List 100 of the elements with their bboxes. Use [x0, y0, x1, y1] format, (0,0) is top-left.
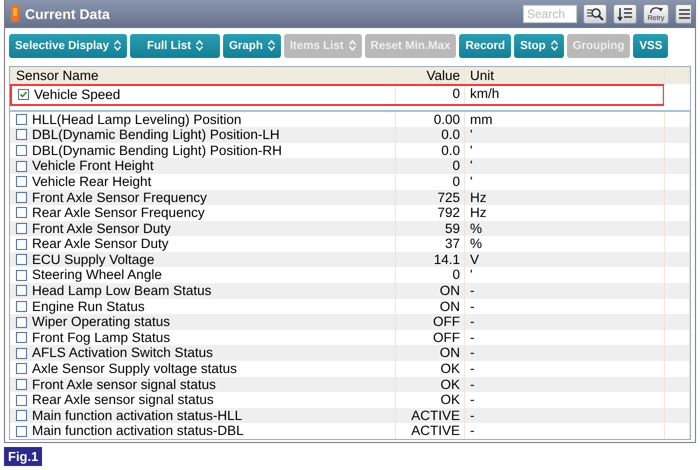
sensor-value: 0 — [452, 158, 460, 174]
sensor-unit: V — [470, 252, 480, 267]
checkbox[interactable] — [16, 348, 27, 359]
menu-icon[interactable] — [675, 4, 691, 24]
spinner-icon — [550, 40, 558, 52]
sensor-unit: % — [470, 236, 482, 252]
toolbar-button[interactable]: Stop — [514, 34, 564, 58]
toolbar-button[interactable]: VSS — [633, 34, 668, 58]
warning-light-icon — [11, 6, 19, 22]
checkbox[interactable] — [16, 332, 27, 344]
list-icon[interactable] — [613, 4, 637, 24]
checkbox[interactable] — [16, 129, 27, 140]
sensor-value: ON — [440, 283, 460, 298]
sensor-value: ACTIVE — [411, 423, 460, 438]
sensor-unit: - — [470, 392, 474, 408]
sensor-name: ECU Supply Voltage — [32, 252, 154, 268]
checkbox[interactable] — [16, 270, 27, 281]
sensor-unit: % — [470, 220, 482, 236]
search-icon[interactable] — [583, 4, 607, 24]
sensor-value: ON — [440, 345, 460, 360]
toolbar-button[interactable]: Full List — [130, 34, 220, 58]
sensor-value: 0.0 — [441, 142, 460, 158]
sensor-unit: - — [470, 361, 474, 376]
sensor-value: 0 — [452, 86, 460, 101]
sensor-name: Axle Sensor Supply voltage status — [32, 361, 237, 377]
sensor-name: Vehicle Front Height — [32, 158, 154, 174]
sensor-unit: ' — [470, 142, 473, 158]
sensor-name: Main function activation status-DBL — [32, 423, 244, 439]
checkbox[interactable] — [16, 192, 27, 203]
checkbox[interactable] — [16, 176, 27, 188]
sensor-name: Steering Wheel Angle — [32, 267, 162, 284]
sensor-value: 0 — [452, 174, 460, 189]
checkbox[interactable] — [16, 160, 27, 172]
sensor-unit: - — [470, 298, 474, 314]
checkbox[interactable] — [16, 238, 27, 250]
spinner-icon — [348, 40, 356, 52]
checkbox[interactable] — [16, 254, 27, 266]
sensor-unit: - — [470, 423, 474, 438]
column-header: Value — [426, 68, 460, 83]
sensor-value: 59 — [444, 220, 460, 236]
sensor-value: 37 — [444, 236, 460, 252]
highlighted-row[interactable]: Vehicle Speed 0 km/h — [10, 84, 664, 106]
sensor-value: 0.00 — [434, 112, 460, 127]
checkbox[interactable] — [16, 363, 27, 374]
checkbox[interactable] — [16, 378, 27, 390]
sensor-name: AFLS Activation Switch Status — [32, 345, 213, 362]
sensor-name: Front Axle Sensor Frequency — [32, 190, 207, 206]
sensor-unit: km/h — [470, 86, 500, 101]
checkbox[interactable] — [16, 300, 27, 312]
refresh-icon — [648, 6, 664, 15]
sensor-unit: - — [470, 408, 474, 423]
checkbox[interactable] — [16, 145, 27, 156]
checkbox[interactable] — [16, 394, 27, 406]
sensor-name: DBL(Dynamic Bending Light) Position-RH — [32, 142, 282, 158]
sensor-name: Rear Axle sensor signal status — [32, 392, 214, 408]
checkbox[interactable] — [16, 426, 27, 437]
figure-label: Fig.1 — [4, 447, 42, 466]
sensor-unit: - — [470, 376, 474, 392]
sensor-unit: Hz — [470, 205, 486, 220]
sensor-name: Front Fog Lamp Status — [32, 330, 170, 346]
sensor-value: OK — [440, 361, 460, 376]
spinner-icon — [196, 40, 204, 52]
sensor-unit: - — [470, 345, 474, 360]
sensor-name: Engine Run Status — [32, 298, 145, 314]
sensor-unit: - — [470, 314, 474, 330]
sensor-name: Main function activation status-HLL — [32, 408, 242, 424]
sensor-unit: - — [470, 330, 474, 345]
checkbox[interactable] — [16, 114, 27, 125]
sensor-unit: ' — [470, 267, 473, 282]
toolbar-button[interactable]: Record — [459, 34, 512, 58]
sensor-value: OFF — [433, 330, 460, 345]
checkbox[interactable] — [16, 222, 27, 234]
checkbox[interactable] — [18, 89, 29, 100]
toolbar-button[interactable]: Graph — [222, 34, 281, 58]
sensor-value: OK — [440, 376, 460, 392]
sensor-value: ON — [440, 298, 460, 314]
sensor-name: Head Lamp Low Beam Status — [32, 283, 212, 299]
checkbox[interactable] — [16, 207, 27, 218]
sensor-unit: - — [470, 283, 474, 298]
toolbar-button[interactable]: Selective Display — [9, 34, 127, 58]
sensor-value: 0.0 — [441, 127, 460, 142]
checkbox[interactable] — [16, 410, 27, 422]
sensor-value: 0 — [452, 267, 460, 282]
sensor-value: ACTIVE — [411, 408, 460, 423]
column-header: Unit — [470, 68, 494, 83]
sensor-name: Front Axle Sensor Duty — [32, 220, 171, 236]
column-header: Sensor Name — [16, 66, 99, 84]
sensor-unit: ' — [470, 158, 473, 174]
spinner-icon — [114, 40, 121, 52]
sensor-name: Vehicle Speed — [34, 87, 120, 102]
sensor-value: 725 — [437, 190, 460, 204]
checkbox[interactable] — [16, 316, 27, 328]
sensor-unit: Hz — [470, 190, 486, 204]
sensor-value: OK — [440, 392, 460, 408]
sensor-name: Rear Axle Sensor Frequency — [32, 205, 205, 221]
sensor-value: OFF — [433, 314, 460, 330]
checkbox[interactable] — [16, 285, 27, 296]
search-field[interactable]: Search — [523, 4, 577, 23]
sensor-unit: ' — [470, 127, 473, 142]
sensor-name: HLL(Head Lamp Leveling) Position — [32, 112, 242, 128]
